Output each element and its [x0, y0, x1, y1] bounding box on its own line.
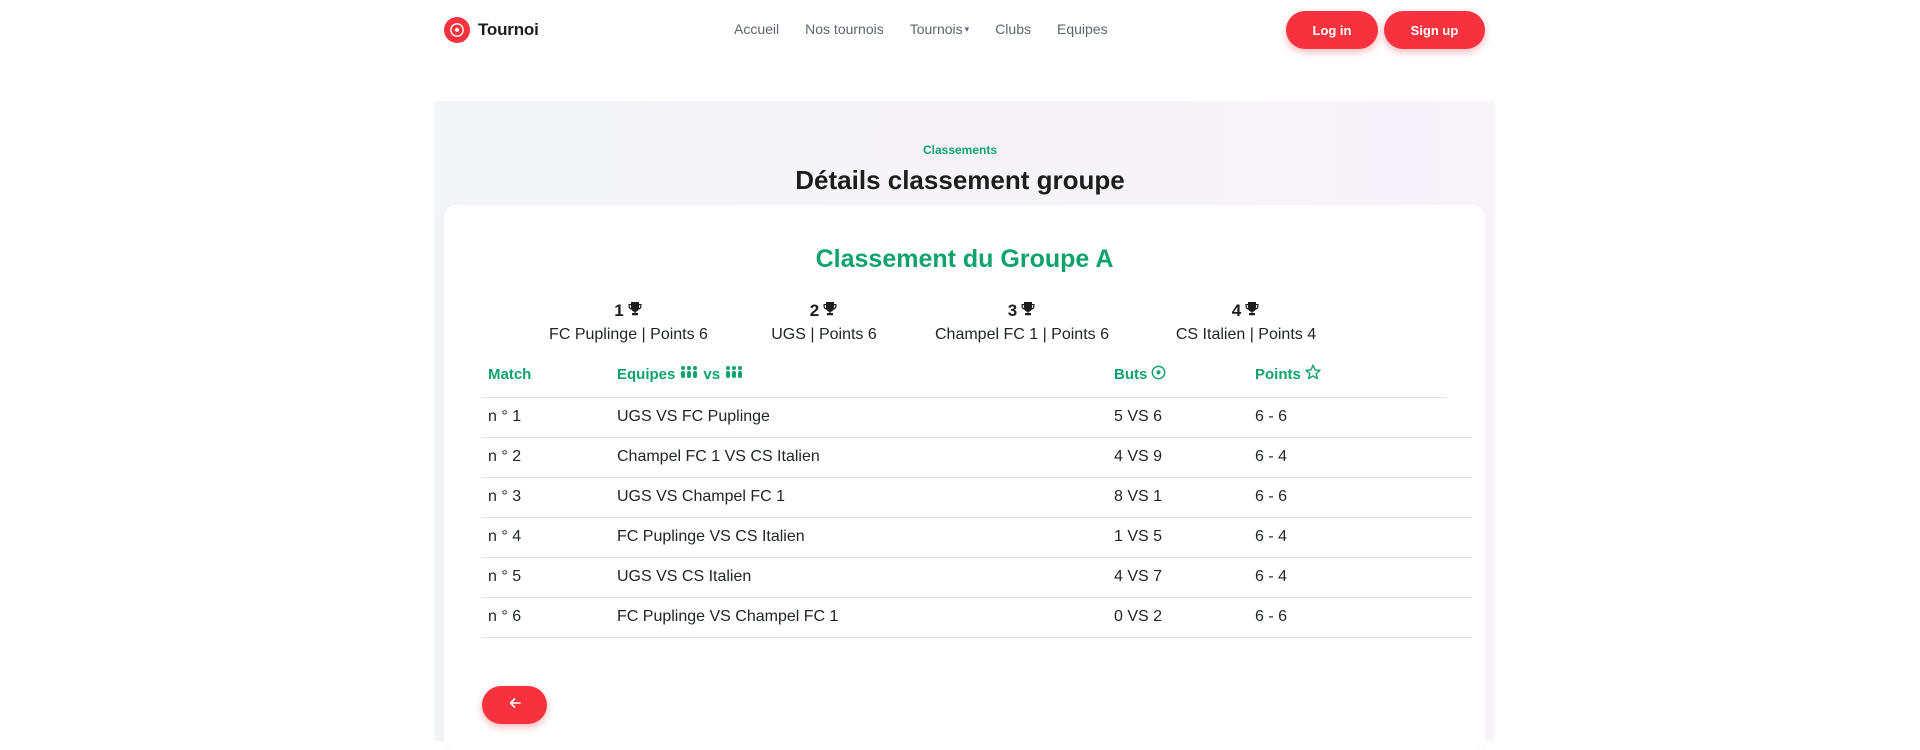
users-icon — [724, 365, 744, 383]
page-title: Détails classement groupe — [795, 165, 1125, 195]
soccer-ball-icon — [1151, 365, 1166, 384]
users-icon — [679, 365, 699, 383]
nav-item-tournois-dropdown[interactable]: Tournois ▾ — [910, 21, 969, 37]
table-row: n ° 4 FC Puplinge VS CS Italien 1 VS 5 6… — [482, 517, 1472, 558]
main-nav: Accueil Nos tournois Tournois ▾ Clubs Eq… — [734, 21, 1108, 37]
col-header-teams: Equipes vs — [611, 352, 1108, 398]
group-title: Classement du Groupe A — [815, 245, 1114, 273]
col-header-teams-vs: vs — [703, 365, 721, 383]
section-eyebrow: Classements — [922, 143, 998, 157]
soccer-ball-icon — [444, 17, 470, 43]
table-header-row: Match Equipes vs Buts Points — [482, 352, 1472, 398]
cell-buts: 8 VS 1 — [1108, 477, 1249, 518]
podium-rank: 1 — [614, 301, 624, 320]
nav-item-nos-tournois[interactable]: Nos tournois — [805, 21, 884, 37]
col-header-spacer — [1446, 352, 1472, 397]
podium-item-2: 2 UGS | Points 6 — [759, 300, 889, 344]
table-row: n ° 2 Champel FC 1 VS CS Italien 4 VS 9 … — [482, 437, 1472, 478]
cell-match: n ° 5 — [482, 557, 611, 598]
login-button[interactable]: Log in — [1286, 11, 1378, 49]
cell-teams: FC Puplinge VS Champel FC 1 — [611, 597, 1108, 638]
cell-spacer — [1446, 517, 1472, 558]
podium-team: CS Italien | Points 4 — [1175, 326, 1317, 343]
podium-team: UGS | Points 6 — [771, 326, 877, 343]
back-button[interactable] — [482, 686, 547, 724]
cell-points: 6 - 4 — [1249, 517, 1446, 558]
nav-item-equipes[interactable]: Equipes — [1057, 21, 1108, 37]
cell-buts: 4 VS 9 — [1108, 437, 1249, 478]
col-header-points: Points — [1249, 352, 1446, 398]
col-header-teams-label: Equipes — [617, 365, 676, 383]
podium-item-3: 3 Champel FC 1 | Points 6 — [927, 300, 1117, 344]
cell-points: 6 - 6 — [1249, 397, 1446, 438]
col-header-buts-label: Buts — [1114, 365, 1148, 383]
brand[interactable]: Tournoi — [444, 17, 539, 43]
signup-button[interactable]: Sign up — [1384, 11, 1485, 49]
cell-points: 6 - 6 — [1249, 477, 1446, 518]
cell-points: 6 - 6 — [1249, 597, 1446, 638]
caret-down-icon: ▾ — [964, 23, 970, 34]
podium-item-4: 4 CS Italien | Points 4 — [1166, 300, 1326, 344]
matches-table: Match Equipes vs Buts Points n ° 1 UGS V… — [482, 352, 1472, 638]
navbar: Tournoi Accueil Nos tournois Tournois ▾ … — [0, 0, 1920, 60]
cell-points: 6 - 4 — [1249, 557, 1446, 598]
cell-match: n ° 1 — [482, 397, 611, 438]
table-row: n ° 1 UGS VS FC Puplinge 5 VS 6 6 - 6 — [482, 397, 1472, 438]
nav-item-accueil[interactable]: Accueil — [734, 21, 779, 37]
star-outline-icon — [1305, 364, 1321, 384]
cell-teams: UGS VS CS Italien — [611, 557, 1108, 598]
cell-teams: UGS VS FC Puplinge — [611, 397, 1108, 438]
col-header-match: Match — [482, 352, 611, 398]
trophy-icon — [822, 301, 838, 322]
cell-buts: 4 VS 7 — [1108, 557, 1249, 598]
cell-buts: 5 VS 6 — [1108, 397, 1249, 438]
cell-points: 6 - 4 — [1249, 437, 1446, 478]
nav-item-tournois-label: Tournois — [909, 21, 963, 37]
podium-team: Champel FC 1 | Points 6 — [934, 326, 1109, 343]
cell-spacer — [1446, 437, 1472, 478]
cell-buts: 1 VS 5 — [1108, 517, 1249, 558]
podium-rank: 4 — [1231, 301, 1242, 320]
cell-spacer — [1446, 597, 1472, 638]
arrow-left-icon — [509, 696, 521, 714]
podium-rank: 3 — [1007, 301, 1018, 320]
cell-match: n ° 6 — [482, 597, 611, 638]
cell-teams: UGS VS Champel FC 1 — [611, 477, 1108, 518]
col-header-buts: Buts — [1108, 352, 1249, 398]
cell-teams: FC Puplinge VS CS Italien — [611, 517, 1108, 558]
nav-item-clubs[interactable]: Clubs — [995, 21, 1031, 37]
cell-teams: Champel FC 1 VS CS Italien — [611, 437, 1108, 478]
col-header-points-label: Points — [1255, 365, 1301, 383]
table-row: n ° 6 FC Puplinge VS Champel FC 1 0 VS 2… — [482, 597, 1472, 638]
cell-spacer — [1446, 397, 1472, 438]
cell-match: n ° 4 — [482, 517, 611, 558]
brand-name: Tournoi — [478, 20, 539, 39]
cell-buts: 0 VS 2 — [1108, 597, 1249, 638]
trophy-icon — [1244, 301, 1260, 322]
table-row: n ° 5 UGS VS CS Italien 4 VS 7 6 - 4 — [482, 557, 1472, 598]
cell-match: n ° 3 — [482, 477, 611, 518]
podium-team: FC Puplinge | Points 6 — [549, 326, 708, 343]
table-row: n ° 3 UGS VS Champel FC 1 8 VS 1 6 - 6 — [482, 477, 1472, 518]
cell-spacer — [1446, 557, 1472, 598]
trophy-icon — [1020, 301, 1036, 322]
trophy-icon — [627, 301, 643, 322]
podium-item-1: 1 FC Puplinge | Points 6 — [541, 300, 716, 344]
standings-card: Classement du Groupe A 1 FC Puplinge | P… — [444, 205, 1485, 750]
cell-spacer — [1446, 477, 1472, 518]
cell-match: n ° 2 — [482, 437, 611, 478]
podium-rank: 2 — [809, 301, 820, 320]
